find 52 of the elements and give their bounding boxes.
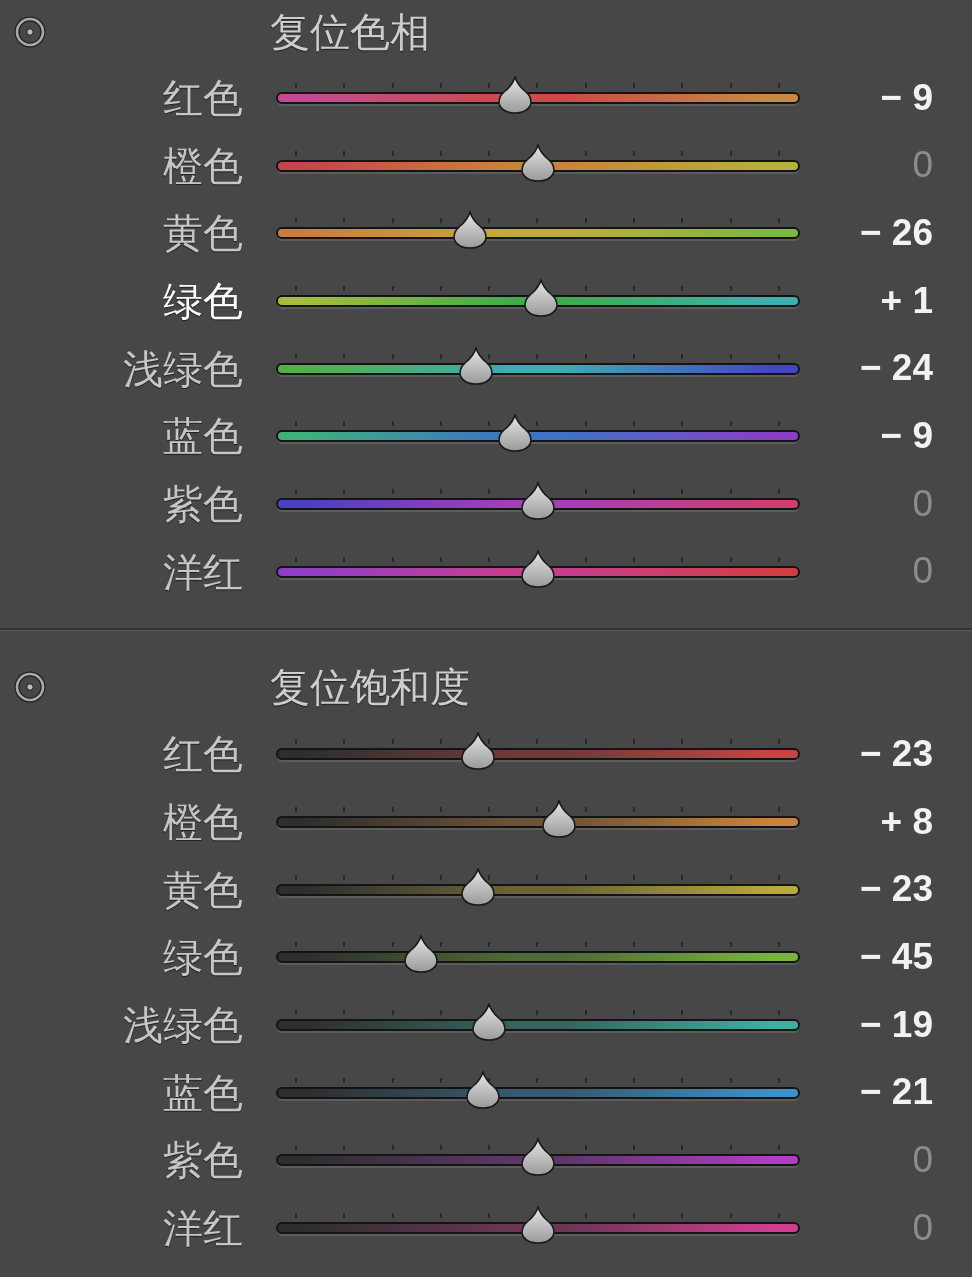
slider-thumb[interactable] [453, 211, 488, 250]
slider-thumb[interactable] [461, 732, 496, 771]
color-label: 红色 [162, 75, 243, 120]
slider-value: − 24 [858, 348, 933, 389]
slider-thumb[interactable] [497, 75, 532, 114]
slider-value: − 9 [879, 415, 933, 457]
color-label: 红色 [162, 732, 243, 777]
slider-value: 0 [911, 1207, 933, 1249]
target-icon[interactable] [14, 670, 46, 703]
color-label: 黄色 [162, 211, 243, 256]
slider-thumb[interactable] [523, 278, 558, 317]
slider-value: − 9 [879, 77, 933, 119]
color-label: 紫色 [162, 1138, 243, 1183]
slider-thumb[interactable] [521, 143, 555, 182]
reset-button[interactable]: 复位饱和度 [270, 664, 470, 709]
slider-thumb[interactable] [461, 867, 496, 906]
color-label: 绿色 [162, 278, 243, 323]
slider-value: + 1 [879, 280, 933, 322]
reset-button[interactable]: 复位色相 [270, 10, 430, 54]
slider-value: − 21 [858, 1072, 933, 1114]
slider-thumb[interactable] [521, 549, 555, 588]
color-label: 紫色 [162, 481, 243, 526]
target-icon[interactable] [14, 16, 46, 48]
color-label: 蓝色 [162, 1070, 243, 1115]
slider-value: + 8 [879, 801, 933, 843]
slider-thumb[interactable] [497, 414, 532, 453]
color-label: 橙色 [162, 143, 243, 188]
slider-value: − 23 [858, 734, 933, 775]
slider-thumb[interactable] [541, 800, 576, 839]
color-label: 浅绿色 [122, 1003, 243, 1048]
color-label: 洋红 [162, 549, 243, 594]
slider-thumb[interactable] [471, 1003, 506, 1042]
slider-value: 0 [911, 483, 933, 525]
slider-thumb[interactable] [521, 1138, 555, 1177]
slider-value: 0 [911, 145, 933, 186]
slider-value: 0 [911, 551, 933, 592]
slider-thumb[interactable] [521, 1206, 555, 1245]
slider-value: − 45 [858, 937, 933, 978]
slider-thumb[interactable] [458, 346, 493, 385]
color-label: 蓝色 [162, 414, 243, 459]
slider-thumb[interactable] [521, 481, 555, 520]
color-label: 浅绿色 [122, 346, 243, 391]
slider-value: − 26 [858, 212, 933, 254]
slider-value: 0 [911, 1140, 933, 1181]
color-label: 黄色 [162, 867, 243, 912]
color-label: 洋红 [162, 1206, 243, 1251]
slider-value: − 19 [858, 1004, 933, 1046]
color-label: 绿色 [162, 935, 243, 980]
color-label: 橙色 [162, 800, 243, 845]
slider-thumb[interactable] [404, 935, 438, 974]
slider-value: − 23 [858, 869, 933, 911]
slider-thumb[interactable] [466, 1070, 501, 1109]
